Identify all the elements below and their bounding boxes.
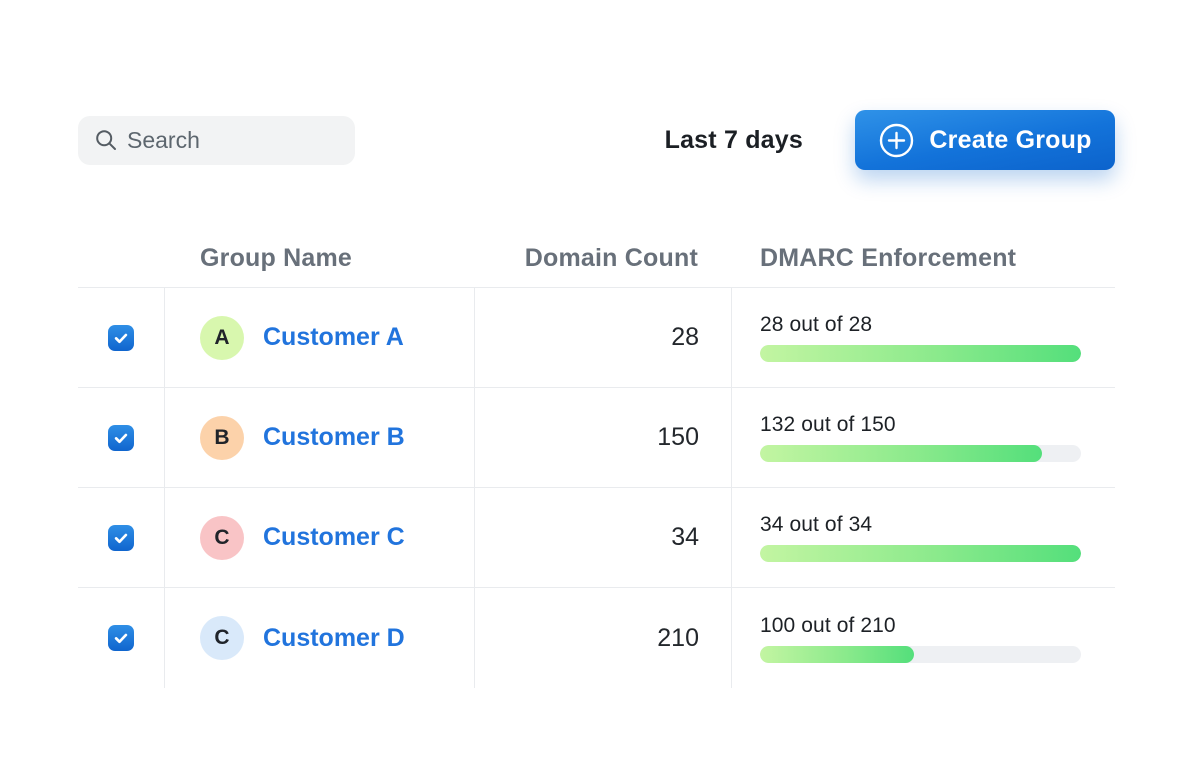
avatar-letter: B [214, 426, 229, 450]
create-group-button[interactable]: Create Group [855, 110, 1115, 170]
table-row: C Customer C 34 34 out of 34 [78, 488, 1115, 588]
enforcement-progressbar [760, 646, 1081, 663]
table-row: B Customer B 150 132 out of 150 [78, 388, 1115, 488]
table-body: A Customer A 28 28 out of 28 B Cus [78, 288, 1115, 688]
page-card: Last 7 days Create Group Group Name Doma… [0, 0, 1200, 778]
checkmark-icon [112, 329, 130, 347]
enforcement-progressbar-fill [760, 345, 1081, 362]
table-header: Group Name Domain Count DMARC Enforcemen… [78, 230, 1115, 288]
enforcement-progressbar-fill [760, 545, 1081, 562]
customer-link[interactable]: Customer A [263, 323, 404, 352]
customer-avatar: C [200, 616, 244, 660]
table-row: C Customer D 210 100 out of 210 [78, 588, 1115, 688]
enforcement-label: 28 out of 28 [760, 313, 872, 337]
row-checkbox[interactable] [108, 625, 134, 651]
avatar-letter: A [214, 326, 229, 350]
checkmark-icon [112, 629, 130, 647]
customer-avatar: C [200, 516, 244, 560]
avatar-letter: C [214, 526, 229, 550]
avatar-letter: C [214, 626, 229, 650]
search-input[interactable] [127, 127, 341, 154]
period-label[interactable]: Last 7 days [665, 126, 803, 155]
search-icon [95, 129, 117, 151]
column-header-group-name: Group Name [165, 244, 475, 273]
checkmark-icon [112, 529, 130, 547]
create-group-label: Create Group [929, 126, 1091, 155]
row-checkbox[interactable] [108, 425, 134, 451]
enforcement-progressbar [760, 345, 1081, 362]
row-checkbox[interactable] [108, 325, 134, 351]
checkmark-icon [112, 429, 130, 447]
customer-link[interactable]: Customer C [263, 523, 405, 552]
enforcement-progressbar [760, 445, 1081, 462]
row-checkbox[interactable] [108, 525, 134, 551]
enforcement-label: 34 out of 34 [760, 513, 872, 537]
search-box[interactable] [78, 116, 355, 165]
customer-avatar: A [200, 316, 244, 360]
domain-count-value: 210 [657, 624, 699, 653]
domain-count-value: 28 [671, 323, 699, 352]
enforcement-progressbar-fill [760, 445, 1042, 462]
toolbar: Last 7 days Create Group [78, 110, 1115, 170]
table-row: A Customer A 28 28 out of 28 [78, 288, 1115, 388]
customer-link[interactable]: Customer B [263, 423, 405, 452]
enforcement-progressbar [760, 545, 1081, 562]
domain-count-value: 34 [671, 523, 699, 552]
customer-link[interactable]: Customer D [263, 624, 405, 653]
column-header-dmarc-enforcement: DMARC Enforcement [732, 244, 1115, 273]
plus-circle-icon [878, 122, 915, 159]
enforcement-progressbar-fill [760, 646, 914, 663]
domain-count-value: 150 [657, 423, 699, 452]
enforcement-label: 132 out of 150 [760, 413, 896, 437]
customer-avatar: B [200, 416, 244, 460]
column-header-domain-count: Domain Count [475, 244, 732, 273]
enforcement-label: 100 out of 210 [760, 614, 896, 638]
